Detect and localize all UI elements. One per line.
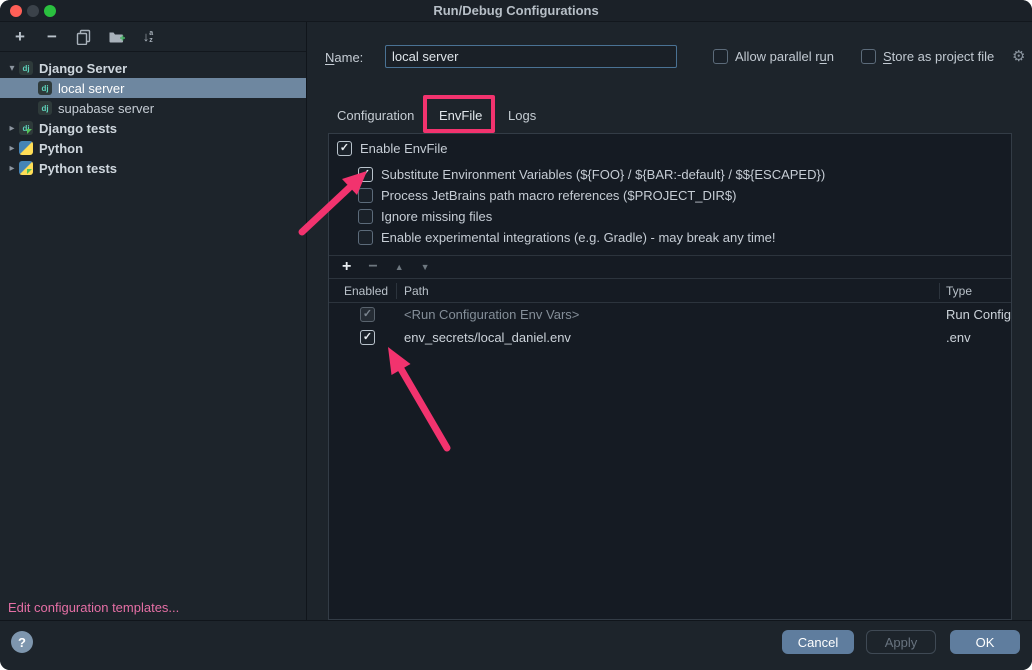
substitute-env-vars-label: Substitute Environment Variables (${FOO}… <box>381 167 825 182</box>
store-settings-gear-icon[interactable]: ⚙ <box>1012 47 1025 65</box>
python-tests-icon <box>19 161 33 175</box>
substitute-env-vars-option: Substitute Environment Variables (${FOO}… <box>358 167 825 182</box>
active-tab-underline <box>428 129 492 132</box>
plus-icon: + <box>15 28 25 45</box>
titlebar: Run/Debug Configurations <box>0 0 1032 22</box>
column-divider <box>396 283 397 299</box>
run-debug-configurations-dialog: Run/Debug Configurations + − ↓az ▾ Djang… <box>0 0 1032 670</box>
remove-configuration-button[interactable]: − <box>43 28 61 46</box>
chevron-right-icon[interactable]: ▸ <box>5 143 19 154</box>
new-folder-button[interactable] <box>107 28 125 46</box>
move-up-button[interactable]: ▲ <box>395 263 404 272</box>
chevron-right-icon[interactable]: ▸ <box>5 123 19 134</box>
allow-parallel-run-label: Allow parallel run <box>735 49 834 64</box>
tree-item-label: Python <box>39 141 83 156</box>
test-overlay-icon <box>27 129 36 138</box>
zoom-window-button[interactable] <box>44 5 56 17</box>
name-label-rest: ame: <box>334 50 363 65</box>
process-path-macro-label: Process JetBrains path macro references … <box>381 188 736 203</box>
copy-icon <box>76 29 92 45</box>
tab-logs[interactable]: Logs <box>508 108 536 123</box>
tab-configuration[interactable]: Configuration <box>337 108 414 123</box>
copy-configuration-button[interactable] <box>75 28 93 46</box>
envfile-panel: Enable EnvFile Substitute Environment Va… <box>328 133 1012 620</box>
chevron-right-icon[interactable]: ▸ <box>5 163 19 174</box>
tree-item-label: Django Server <box>39 61 127 76</box>
tree-item-label: supabase server <box>58 101 154 116</box>
process-path-macro-checkbox[interactable] <box>358 188 373 203</box>
name-label-mnemonic: N <box>325 50 334 65</box>
enable-envfile-checkbox[interactable] <box>337 141 352 156</box>
enable-envfile-label: Enable EnvFile <box>360 141 447 156</box>
store-as-project-file-label: Store as project file <box>883 49 994 64</box>
ignore-missing-files-label: Ignore missing files <box>381 209 492 224</box>
add-configuration-button[interactable]: + <box>11 28 29 46</box>
tree-item-label: local server <box>58 81 124 96</box>
django-icon <box>38 101 52 115</box>
minimize-window-button[interactable] <box>27 5 39 17</box>
ok-button[interactable]: OK <box>950 630 1020 654</box>
ignore-missing-files-option: Ignore missing files <box>358 209 492 224</box>
tree-item-local-server[interactable]: local server <box>0 78 306 98</box>
experimental-integrations-label: Enable experimental integrations (e.g. G… <box>381 230 776 245</box>
python-icon <box>19 141 33 155</box>
sort-az-icon: ↓az <box>143 30 153 44</box>
configurations-tree: ▾ Django Server local server supabase se… <box>0 52 306 178</box>
row-enabled-checkbox[interactable] <box>360 330 375 345</box>
env-files-table-header: Enabled Path Type <box>329 280 1011 303</box>
sidebar-toolbar: + − ↓az <box>0 22 306 52</box>
sort-configurations-button[interactable]: ↓az <box>139 28 157 46</box>
store-as-project-file-checkbox[interactable] <box>861 49 876 64</box>
configurations-sidebar: + − ↓az ▾ Django Server local server <box>0 22 307 620</box>
window-title: Run/Debug Configurations <box>0 0 1032 21</box>
substitute-env-vars-checkbox[interactable] <box>358 167 373 182</box>
test-overlay-icon <box>27 169 36 178</box>
tree-item-django-tests[interactable]: ▸ Django tests <box>0 118 306 138</box>
row-path-cell: env_secrets/local_daniel.env <box>404 330 571 345</box>
tree-item-python[interactable]: ▸ Python <box>0 138 306 158</box>
tree-item-django-server[interactable]: ▾ Django Server <box>0 58 306 78</box>
minus-icon: − <box>47 28 57 45</box>
store-as-project-file-option: Store as project file <box>861 49 994 64</box>
experimental-integrations-checkbox[interactable] <box>358 230 373 245</box>
name-input[interactable] <box>385 45 677 68</box>
row-path-cell: <Run Configuration Env Vars> <box>404 307 579 322</box>
new-folder-icon <box>108 29 125 44</box>
django-tests-icon <box>19 121 33 135</box>
tree-item-label: Python tests <box>39 161 117 176</box>
tree-item-label: Django tests <box>39 121 117 136</box>
remove-env-file-button[interactable]: − <box>368 259 377 275</box>
column-divider <box>939 283 940 299</box>
apply-button[interactable]: Apply <box>866 630 936 654</box>
django-icon <box>19 61 33 75</box>
table-row[interactable]: <Run Configuration Env Vars> Run Config <box>329 304 1011 326</box>
move-down-button[interactable]: ▼ <box>421 263 430 272</box>
edit-configuration-templates-link[interactable]: Edit configuration templates... <box>8 600 179 615</box>
help-button[interactable]: ? <box>11 631 33 653</box>
table-row[interactable]: env_secrets/local_daniel.env .env <box>329 327 1011 349</box>
row-enabled-checkbox <box>360 307 375 322</box>
column-header-path[interactable]: Path <box>404 284 429 298</box>
ignore-missing-files-checkbox[interactable] <box>358 209 373 224</box>
cancel-button[interactable]: Cancel <box>782 630 854 654</box>
row-type-cell: .env <box>946 330 971 345</box>
experimental-integrations-option: Enable experimental integrations (e.g. G… <box>358 230 776 245</box>
column-header-enabled[interactable]: Enabled <box>344 284 388 298</box>
allow-parallel-run-option: Allow parallel run <box>713 49 834 64</box>
column-header-type[interactable]: Type <box>946 284 972 298</box>
tree-item-supabase-server[interactable]: supabase server <box>0 98 306 118</box>
django-icon <box>38 81 52 95</box>
dialog-footer: ? Cancel Apply OK <box>0 620 1032 670</box>
close-window-button[interactable] <box>10 5 22 17</box>
env-files-toolbar: + − ▲ ▼ <box>329 255 1011 279</box>
enable-envfile-option: Enable EnvFile <box>337 141 447 156</box>
tab-envfile[interactable]: EnvFile <box>439 108 482 123</box>
tree-item-python-tests[interactable]: ▸ Python tests <box>0 158 306 178</box>
add-env-file-button[interactable]: + <box>342 259 351 275</box>
process-path-macro-option: Process JetBrains path macro references … <box>358 188 736 203</box>
chevron-down-icon[interactable]: ▾ <box>5 63 19 74</box>
allow-parallel-run-checkbox[interactable] <box>713 49 728 64</box>
name-label: Name: <box>325 50 363 65</box>
row-type-cell: Run Config <box>946 307 1011 322</box>
